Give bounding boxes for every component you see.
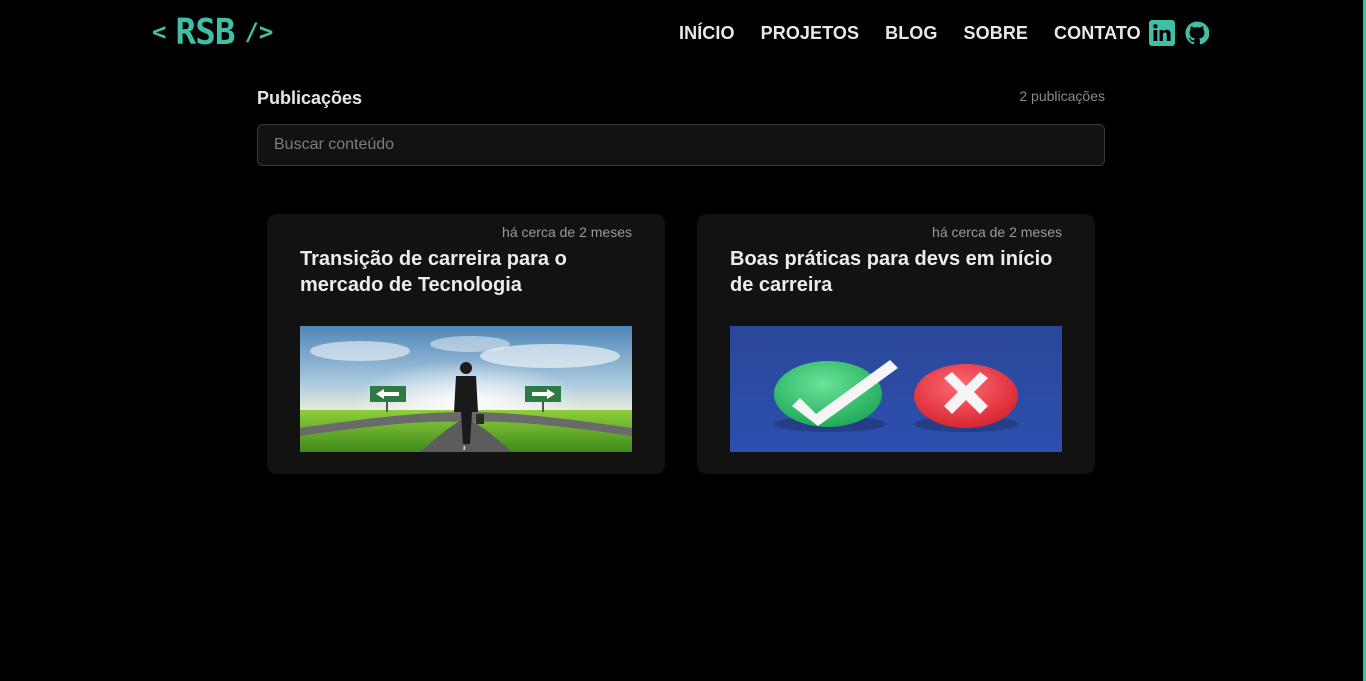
logo-close-bracket: /> (244, 18, 274, 46)
main-nav: INÍCIO PROJETOS BLOG SOBRE CONTATO (679, 20, 1159, 46)
check-and-cross-image (730, 326, 1062, 452)
nav-item-blog[interactable]: BLOG (885, 20, 937, 46)
post-date: há cerca de 2 meses (932, 224, 1062, 240)
nav-item-inicio[interactable]: INÍCIO (679, 20, 735, 46)
publication-count: 2 publicações (1019, 88, 1105, 104)
logo-open-bracket: < (152, 18, 167, 46)
post-title: Transição de carreira para o mercado de … (300, 248, 567, 296)
publications-section: Publicações 2 publicações (257, 84, 1105, 166)
post-date: há cerca de 2 meses (502, 224, 632, 240)
post-card[interactable]: há cerca de 2 meses Transição de carreir… (267, 214, 665, 474)
nav-item-sobre[interactable]: SOBRE (964, 20, 1029, 46)
social-links (1149, 20, 1209, 46)
page-title: Publicações (257, 88, 363, 108)
post-title: Boas práticas para devs em início de car… (730, 248, 1053, 296)
github-icon[interactable] (1185, 21, 1209, 45)
publications-header: Publicações 2 publicações (257, 84, 1105, 124)
site-logo[interactable]: < RSB /> (152, 11, 274, 53)
search-input[interactable] (257, 124, 1105, 166)
post-card[interactable]: há cerca de 2 meses Boas práticas para d… (697, 214, 1095, 474)
nav-item-projetos[interactable]: PROJETOS (761, 20, 860, 46)
site-header: < RSB /> INÍCIO PROJETOS BLOG SOBRE CONT… (0, 0, 1366, 66)
nav-item-contato[interactable]: CONTATO (1054, 20, 1141, 46)
career-crossroads-image (300, 326, 632, 452)
logo-text: RSB (176, 11, 236, 53)
post-list: há cerca de 2 meses Transição de carreir… (267, 214, 1095, 474)
linkedin-icon[interactable] (1149, 20, 1175, 46)
